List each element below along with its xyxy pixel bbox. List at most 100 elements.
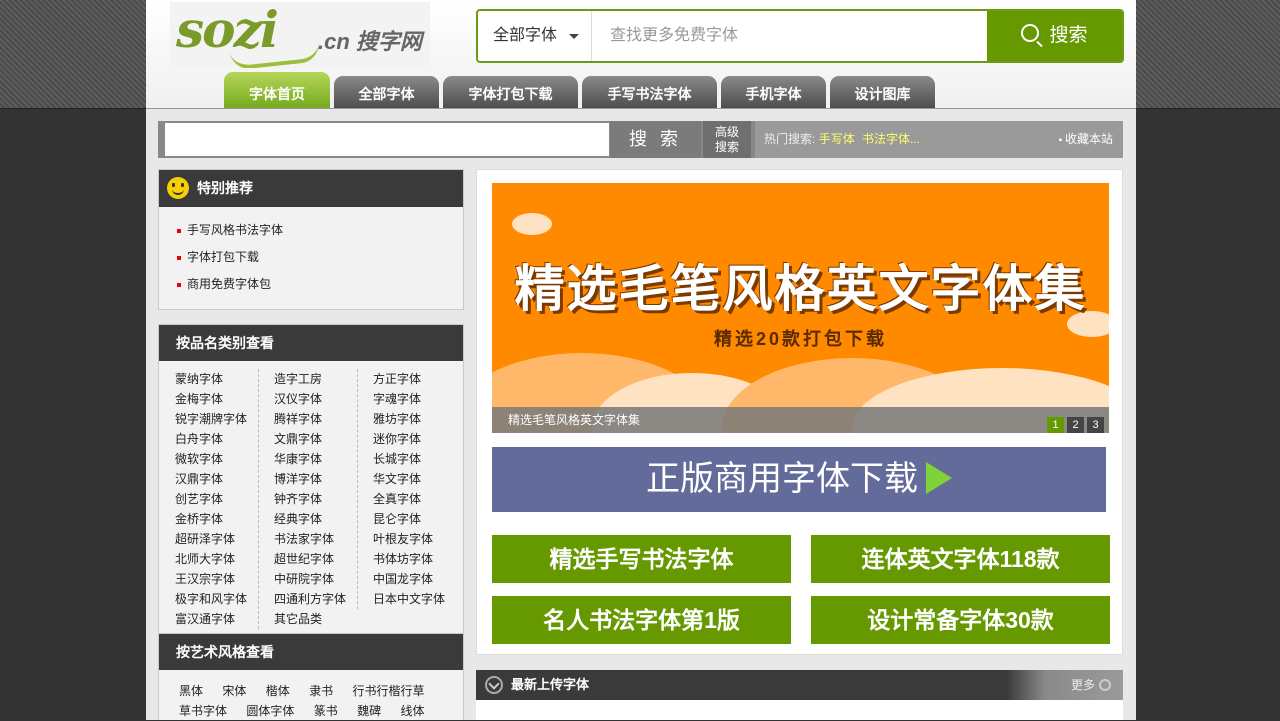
style-panel: 按艺术风格查看 黑体 宋体 楷体 隶书 行书行楷行草 草书字体 圆体字体 篆书 … — [158, 633, 464, 720]
recommend-list: 手写风格书法字体 字体打包下载 商用免费字体包 — [159, 207, 463, 298]
bookmark-site-link[interactable]: 收藏本站 — [1059, 121, 1113, 159]
brand-link[interactable]: 华文字体 — [373, 469, 456, 489]
latest-uploads-title: 最新上传字体 — [511, 677, 590, 692]
style-link[interactable]: 黑体 — [179, 684, 203, 698]
brand-link[interactable]: 迷你字体 — [373, 429, 456, 449]
smiley-icon — [167, 177, 189, 199]
brand-link[interactable]: 书体坊字体 — [373, 549, 456, 569]
pager-dot-3[interactable]: 3 — [1087, 417, 1104, 433]
advanced-label-line2: 搜索 — [714, 140, 739, 154]
ad-handwriting-fonts[interactable]: 精选手写书法字体 — [492, 535, 791, 583]
latest-uploads-body — [476, 700, 1123, 720]
brand-link[interactable]: 全真字体 — [373, 489, 456, 509]
font-category-select[interactable]: 全部字体 — [478, 11, 592, 61]
list-item[interactable]: 手写风格书法字体 — [177, 217, 463, 244]
banner-caption-text: 精选毛笔风格英文字体集 — [508, 413, 641, 427]
brand-link[interactable]: 腾祥字体 — [274, 409, 357, 429]
nav-tab-home[interactable]: 字体首页 — [224, 72, 330, 108]
pager-dot-2[interactable]: 2 — [1067, 417, 1084, 433]
list-item[interactable]: 字体打包下载 — [177, 244, 463, 271]
brand-column-2: 造字工房 汉仪字体 腾祥字体 文鼎字体 华康字体 博洋字体 钟齐字体 经典字体 书法家字体 超世纪… — [258, 369, 357, 629]
brand-link[interactable]: 经典字体 — [274, 509, 357, 529]
brand-link[interactable]: 钟齐字体 — [274, 489, 357, 509]
brand-link[interactable]: 字魂字体 — [373, 389, 456, 409]
style-header: 按艺术风格查看 — [159, 634, 463, 670]
ad-calligraphy-fonts[interactable]: 名人书法字体第1版 — [492, 596, 791, 644]
style-link[interactable]: 草书字体 — [179, 704, 227, 718]
site-logo[interactable]: sozi .cn 搜字网 — [170, 2, 430, 68]
search-icon — [1099, 679, 1111, 691]
nav-tab-packs[interactable]: 字体打包下载 — [443, 76, 578, 108]
style-link[interactable]: 行书行楷行草 — [352, 684, 424, 698]
hot-search-label: 热门搜索: — [764, 132, 816, 146]
brand-link[interactable]: 超世纪字体 — [274, 549, 357, 569]
brand-link[interactable]: 方正字体 — [373, 369, 456, 389]
style-row: 草书字体 圆体字体 篆书 魏碑 线体 — [179, 701, 463, 721]
brand-link[interactable]: 叶根友字体 — [373, 529, 456, 549]
style-link[interactable]: 隶书 — [309, 684, 333, 698]
nav-tab-design-gallery[interactable]: 设计图库 — [830, 76, 935, 108]
brand-link[interactable]: 汉仪字体 — [274, 389, 357, 409]
brand-link[interactable]: 四通利方字体 — [274, 589, 357, 609]
page-container: sozi .cn 搜字网 全部字体 搜索 字体首页 全部字体 字体打包下载 手写… — [146, 0, 1136, 720]
brand-link[interactable]: 长城字体 — [373, 449, 456, 469]
brand-link[interactable]: 其它品类 — [274, 609, 357, 629]
more-link[interactable]: 更多 — [1071, 670, 1095, 700]
style-link[interactable]: 篆书 — [314, 704, 338, 718]
brand-link[interactable]: 雅坊字体 — [373, 409, 456, 429]
main-search-box: 全部字体 搜索 — [476, 9, 1124, 63]
logo-main-text: sozi — [176, 2, 279, 59]
style-row: 黑体 宋体 楷体 隶书 行书行楷行草 — [179, 681, 463, 701]
style-link[interactable]: 魏碑 — [357, 704, 381, 718]
search-button[interactable]: 搜索 — [987, 11, 1122, 61]
font-category-value: 全部字体 — [493, 27, 558, 44]
hot-keyword[interactable]: 手写体 — [819, 132, 855, 146]
brand-header: 按品名类别查看 — [159, 325, 463, 361]
ad-design-fonts[interactable]: 设计常备字体30款 — [811, 596, 1110, 644]
latest-uploads-header: 最新上传字体 更多 — [476, 670, 1123, 700]
brand-column-3: 方正字体 字魂字体 雅坊字体 迷你字体 长城字体 华文字体 全真字体 昆仑字体 叶根友字体 书体坊… — [357, 369, 456, 609]
recommend-title: 特别推荐 — [197, 180, 253, 196]
brand-link[interactable]: 博洋字体 — [274, 469, 357, 489]
brand-link[interactable]: 中研院字体 — [274, 569, 357, 589]
commercial-fonts-ad[interactable]: 正版商用字体下载 — [492, 447, 1106, 512]
brand-link[interactable]: 华康字体 — [274, 449, 357, 469]
advanced-label-line1: 高级 — [714, 125, 739, 139]
secondary-search-input[interactable] — [165, 123, 609, 156]
list-item[interactable]: 商用免费字体包 — [177, 271, 463, 298]
brand-link[interactable]: 昆仑字体 — [373, 509, 456, 529]
style-link[interactable]: 宋体 — [222, 684, 246, 698]
recommend-header: 特别推荐 — [159, 170, 463, 207]
nav-tab-mobile[interactable]: 手机字体 — [721, 76, 826, 108]
style-link[interactable]: 楷体 — [266, 684, 290, 698]
search-button-label: 搜索 — [1049, 25, 1088, 46]
hot-search-area: 热门搜索: 手写体 书法字体... 收藏本站 — [755, 121, 1123, 158]
main-content: 精选毛笔风格英文字体集 精选20款打包下载 精选毛笔风格英文字体集 123 正版… — [476, 169, 1123, 655]
recommend-panel: 特别推荐 手写风格书法字体 字体打包下载 商用免费字体包 — [158, 169, 464, 310]
secondary-search-button[interactable]: 搜 索 — [610, 121, 701, 158]
style-link[interactable]: 圆体字体 — [246, 704, 294, 718]
ad-script-english-fonts[interactable]: 连体英文字体118款 — [811, 535, 1110, 583]
nav-tab-all-fonts[interactable]: 全部字体 — [334, 76, 439, 108]
style-grid: 黑体 宋体 楷体 隶书 行书行楷行草 草书字体 圆体字体 篆书 魏碑 线体 — [159, 670, 463, 721]
brand-link[interactable]: 中国龙字体 — [373, 569, 456, 589]
banner-slider[interactable]: 精选毛笔风格英文字体集 精选20款打包下载 精选毛笔风格英文字体集 123 — [492, 183, 1109, 433]
brand-link[interactable]: 书法家字体 — [274, 529, 357, 549]
banner-pager: 123 — [1044, 411, 1104, 433]
brand-panel: 按品名类别查看 蒙纳字体 金梅字体 锐字潮牌字体 白舟字体 微软字体 汉鼎字体 创艺字体 金桥… — [158, 324, 464, 634]
style-link[interactable]: 线体 — [400, 704, 424, 718]
brand-link[interactable]: 日本中文字体 — [373, 589, 456, 609]
secondary-search-bar: 搜 索 高级 搜索 热门搜索: 手写体 书法字体... 收藏本站 — [158, 121, 1123, 158]
cloud-decoration — [512, 213, 552, 235]
banner-title: 精选毛笔风格英文字体集 — [514, 259, 1087, 318]
caret-down-icon — [569, 34, 579, 39]
hot-keyword[interactable]: 书法字体... — [862, 132, 920, 146]
brand-link[interactable]: 文鼎字体 — [274, 429, 357, 449]
nav-tab-handwriting[interactable]: 手写书法字体 — [582, 76, 717, 108]
brand-link[interactable]: 造字工房 — [274, 369, 357, 389]
banner-caption: 精选毛笔风格英文字体集 123 — [492, 407, 1109, 433]
search-icon — [1021, 24, 1040, 42]
search-input[interactable] — [593, 11, 987, 61]
advanced-search-button[interactable]: 高级 搜索 — [703, 121, 751, 158]
pager-dot-1[interactable]: 1 — [1047, 417, 1064, 433]
